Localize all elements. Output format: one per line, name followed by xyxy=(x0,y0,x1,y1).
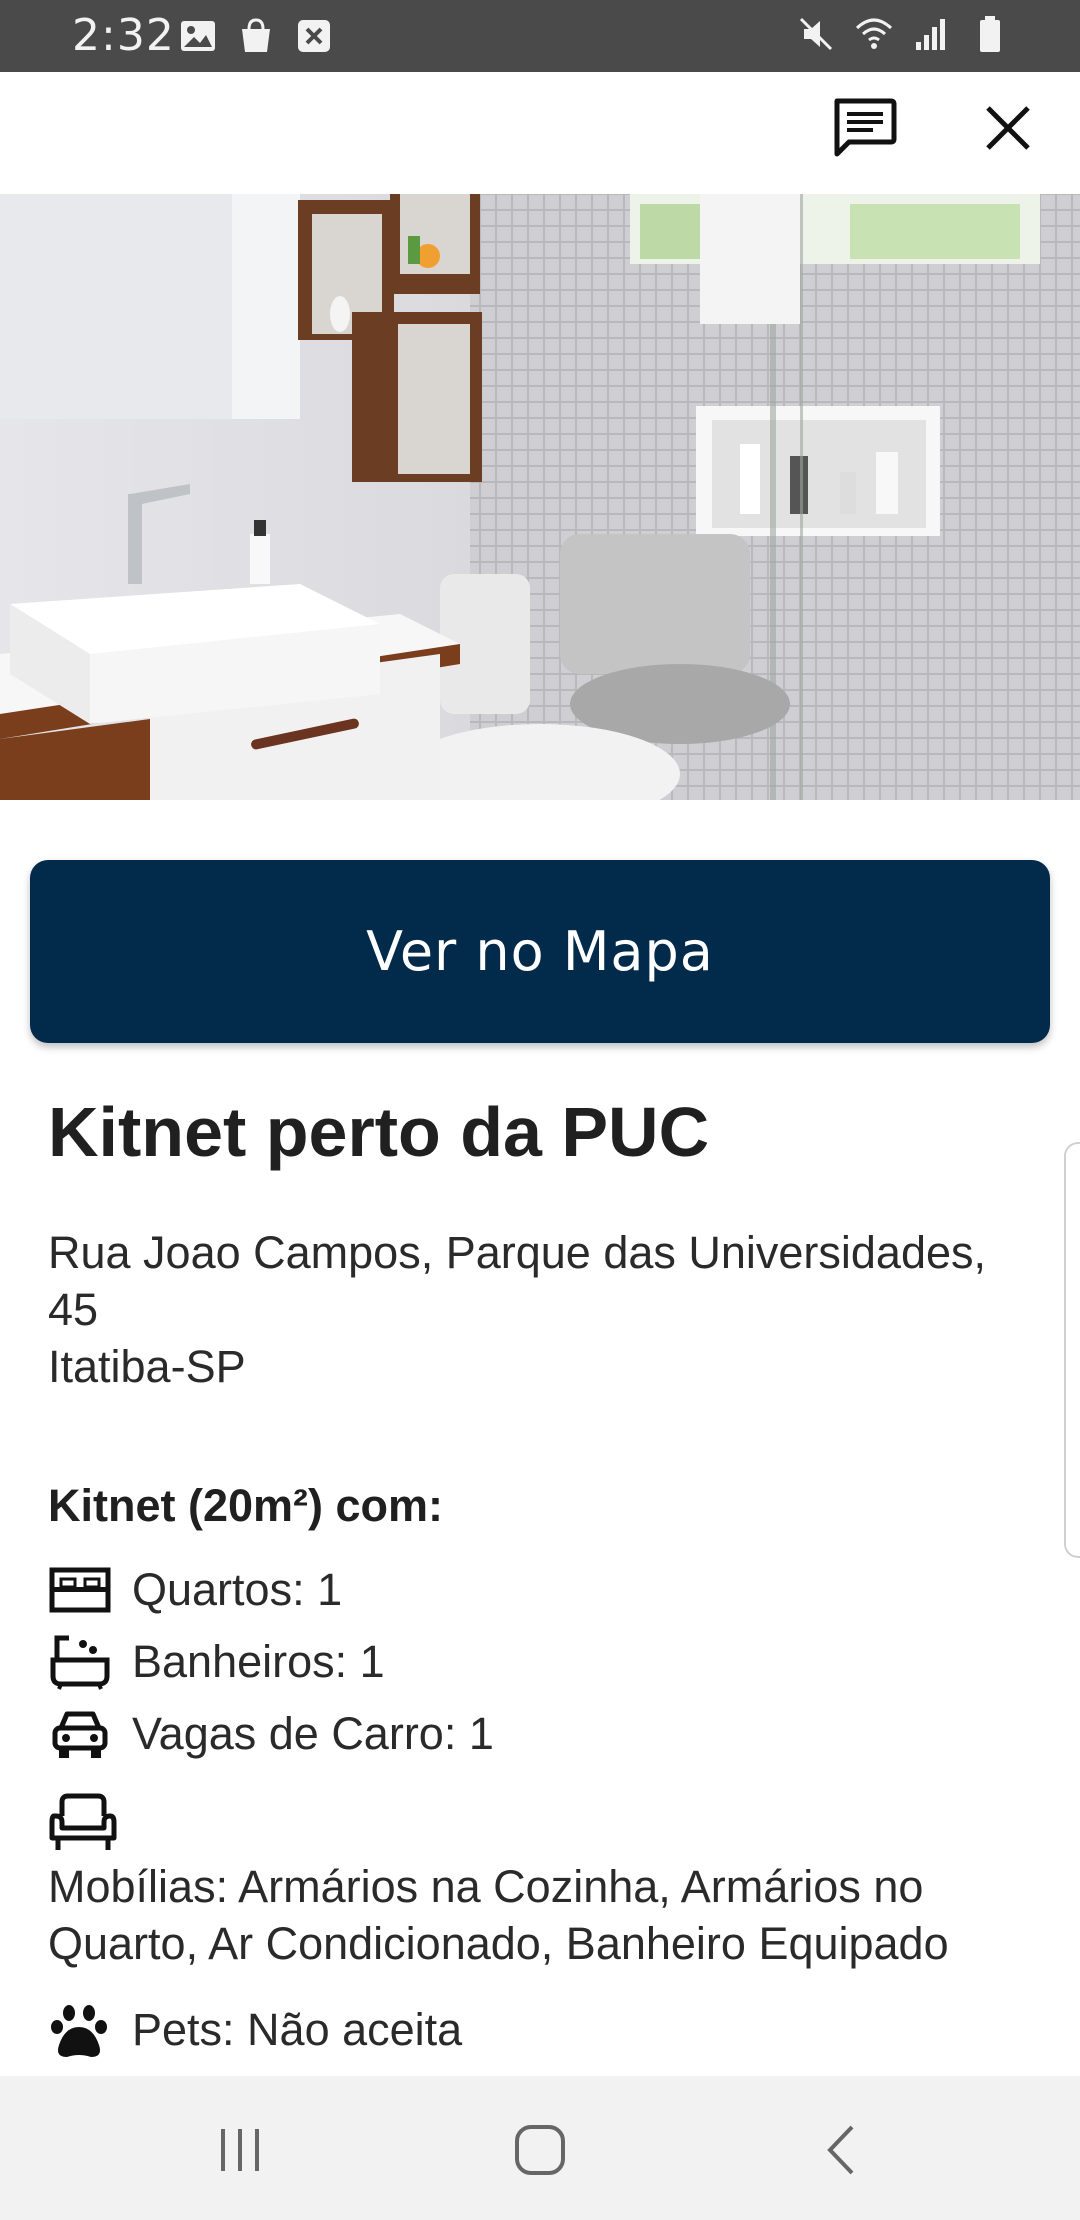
home-button[interactable] xyxy=(500,2118,580,2182)
wifi-icon xyxy=(855,18,893,49)
listing-photo[interactable] xyxy=(0,194,1080,800)
feature-banheiros: Banheiros: 1 xyxy=(48,1634,385,1690)
feature-vagas-label: Vagas de Carro: 1 xyxy=(132,1708,494,1759)
system-nav-bar xyxy=(0,2076,1080,2220)
close-button[interactable] xyxy=(970,90,1046,166)
listing-title: Kitnet perto da PUC xyxy=(48,1093,710,1171)
status-time: 2:32 xyxy=(72,10,175,61)
car-icon xyxy=(52,1711,108,1758)
paw-icon xyxy=(51,2005,107,2057)
status-bar: 2:32 xyxy=(0,0,1080,72)
close-icon xyxy=(986,106,1030,150)
bathtub-icon xyxy=(50,1635,110,1690)
back-icon xyxy=(827,2125,854,2175)
feature-vagas: Vagas de Carro: 1 xyxy=(48,1706,494,1762)
back-button[interactable] xyxy=(802,2118,882,2182)
battery-icon xyxy=(980,16,1000,52)
mute-icon xyxy=(799,17,833,51)
status-right-icons xyxy=(796,14,1010,54)
feature-pets-label: Pets: Não aceita xyxy=(132,2004,463,2055)
image-icon xyxy=(181,21,215,51)
bed-icon xyxy=(49,1567,111,1613)
side-panel-handle[interactable] xyxy=(1064,1142,1080,1558)
recents-button[interactable] xyxy=(200,2118,280,2182)
signal-icon xyxy=(916,19,945,50)
recents-icon xyxy=(221,2129,259,2171)
bathroom-photo xyxy=(0,194,1080,800)
home-icon xyxy=(515,2125,565,2175)
armchair-icon xyxy=(49,1793,117,1850)
feature-quartos-label: Quartos: 1 xyxy=(132,1564,343,1615)
feature-pets: Pets: Não aceita xyxy=(48,2002,462,2058)
chat-icon xyxy=(834,98,897,157)
feature-banheiros-label: Banheiros: 1 xyxy=(132,1636,385,1687)
shopping-bag-icon xyxy=(242,18,270,52)
status-left-icons xyxy=(178,16,334,56)
address-line: Rua Joao Campos, Parque das Universidade… xyxy=(48,1227,987,1335)
features-heading: Kitnet (20m²) com: xyxy=(48,1480,444,1531)
chat-button[interactable] xyxy=(826,90,902,166)
listing-address: Rua Joao Campos, Parque das Universidade… xyxy=(48,1224,1048,1395)
app-header xyxy=(0,72,1080,194)
address-city: Itatiba-SP xyxy=(48,1341,246,1392)
feature-quartos: Quartos: 1 xyxy=(48,1562,342,1618)
view-on-map-button[interactable]: Ver no Mapa xyxy=(30,860,1050,1043)
feature-mobilias-label: Mobílias: Armários na Cozinha, Armários … xyxy=(48,1861,949,1969)
close-box-icon xyxy=(298,20,330,52)
